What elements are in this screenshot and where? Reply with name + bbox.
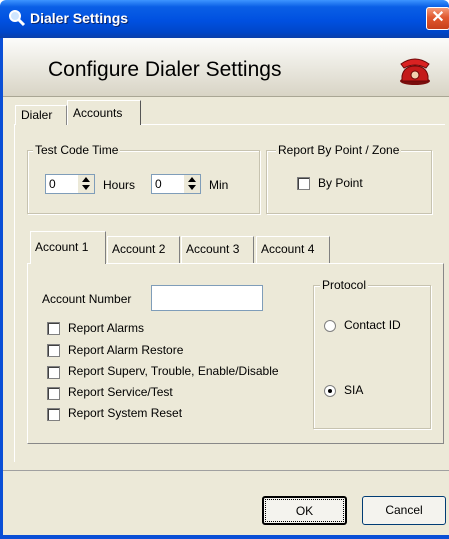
min-label: Min — [209, 178, 229, 192]
close-icon: ✕ — [431, 9, 445, 26]
tab-account-4[interactable]: Account 4 — [256, 236, 330, 263]
contact-id-radio[interactable] — [324, 320, 336, 332]
report-system-reset-label: Report System Reset — [68, 406, 183, 420]
min-spinner-buttons[interactable] — [184, 175, 200, 193]
red-telephone-icon — [400, 58, 430, 85]
report-superv-checkbox[interactable] — [47, 366, 60, 379]
contact-id-label: Contact ID — [344, 318, 401, 332]
report-alarms-label: Report Alarms — [68, 321, 145, 335]
dialer-settings-window: Dialer Settings ✕ Configure Dialer Setti… — [0, 0, 449, 539]
tab-account-2[interactable]: Account 2 — [107, 236, 180, 263]
banner-heading: Configure Dialer Settings — [48, 58, 282, 81]
spin-up-icon — [188, 177, 196, 182]
separator — [3, 470, 449, 471]
hours-spinner-buttons[interactable] — [78, 175, 94, 193]
sia-radio[interactable] — [324, 385, 336, 397]
report-alarm-restore-checkbox[interactable] — [47, 344, 60, 357]
spin-down-icon — [188, 185, 196, 190]
tab-dialer-label: Dialer — [21, 108, 53, 122]
account-number-field[interactable] — [151, 285, 263, 311]
hours-value: 0 — [49, 177, 56, 191]
report-alarm-restore-label: Report Alarm Restore — [68, 343, 184, 357]
tab-account-1-label: Account 1 — [35, 240, 89, 254]
by-point-checkbox[interactable] — [297, 177, 310, 190]
tab-account-3[interactable]: Account 3 — [181, 236, 254, 263]
by-point-label: By Point — [318, 176, 363, 190]
spin-up-icon — [82, 177, 90, 182]
report-by-point-title: Report By Point / Zone — [276, 143, 402, 157]
hours-label: Hours — [103, 178, 136, 192]
protocol-group — [313, 285, 431, 429]
tab-account-1[interactable]: Account 1 — [30, 231, 106, 264]
tab-accounts[interactable]: Accounts — [67, 100, 141, 125]
tab-account-3-label: Account 3 — [186, 242, 240, 256]
report-alarms-checkbox[interactable] — [47, 322, 60, 335]
close-button[interactable]: ✕ — [426, 7, 449, 30]
tab-accounts-label: Accounts — [73, 106, 123, 120]
window-title: Dialer Settings — [30, 10, 129, 26]
tab-account-2-label: Account 2 — [112, 242, 166, 256]
protocol-title: Protocol — [320, 278, 369, 292]
report-system-reset-checkbox[interactable] — [47, 408, 60, 421]
cancel-button[interactable]: Cancel — [362, 496, 446, 525]
report-service-test-checkbox[interactable] — [47, 387, 60, 400]
ok-button[interactable]: OK — [262, 496, 347, 525]
report-superv-label: Report Superv, Trouble, Enable/Disable — [68, 364, 279, 378]
report-service-test-label: Report Service/Test — [68, 385, 173, 399]
tab-dialer[interactable]: Dialer — [15, 105, 67, 125]
magnifier-icon — [9, 10, 26, 27]
min-value: 0 — [155, 177, 162, 191]
tab-account-4-label: Account 4 — [261, 242, 315, 256]
account-number-label: Account Number — [42, 292, 132, 306]
spin-down-icon — [82, 185, 90, 190]
window-bottom-border — [0, 535, 449, 539]
title-bar[interactable]: Dialer Settings ✕ — [0, 0, 449, 38]
test-code-time-title: Test Code Time — [33, 143, 121, 157]
sia-label: SIA — [344, 383, 364, 397]
